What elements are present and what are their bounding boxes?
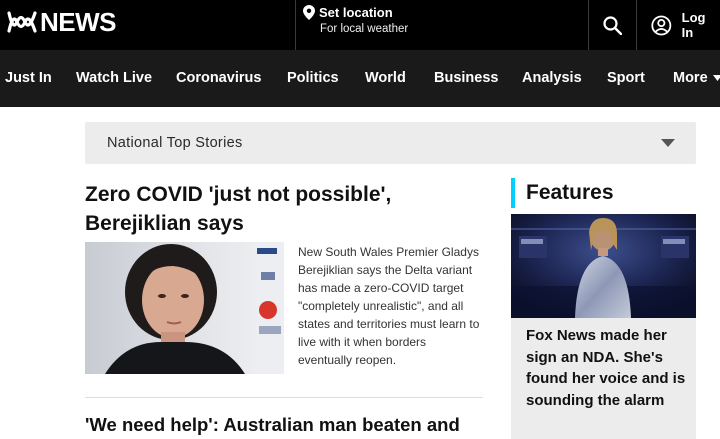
user-icon	[651, 15, 672, 35]
search-button[interactable]	[588, 0, 636, 50]
section-dropdown-value: National Top Stories	[107, 135, 243, 151]
nav-more-label: More	[673, 70, 708, 86]
set-location-button[interactable]: Set location For local weather	[303, 5, 408, 35]
abc-logo-icon	[7, 11, 37, 33]
logo-wordmark: NEWS	[40, 7, 117, 37]
features-heading: Features	[511, 178, 614, 208]
second-story-headline[interactable]: 'We need help': Australian man beaten an…	[85, 412, 485, 438]
lead-story-headline[interactable]: Zero COVID 'just not possible', Berejikl…	[85, 180, 485, 238]
nav-item-coronavirus[interactable]: Coronavirus	[176, 50, 261, 107]
login-button[interactable]: Log In	[651, 0, 720, 50]
feature-headline: Fox News made her sign an NDA. She's fou…	[526, 327, 686, 409]
caret-down-icon	[712, 75, 720, 82]
header-divider	[295, 0, 296, 50]
nav-item-world[interactable]: World	[365, 50, 406, 107]
header-divider	[636, 0, 637, 50]
abc-news-logo[interactable]: NEWS	[7, 7, 117, 37]
section-dropdown[interactable]: National Top Stories	[85, 122, 696, 164]
accent-bar	[511, 178, 515, 208]
nav-item-business[interactable]: Business	[434, 50, 498, 107]
top-header: NEWS Set location For local weather Log …	[0, 0, 720, 50]
nav-item-sport[interactable]: Sport	[607, 50, 645, 107]
chevron-down-icon	[661, 139, 675, 147]
map-pin-icon	[303, 5, 315, 20]
lead-story-summary: New South Wales Premier Gladys Berejikli…	[298, 245, 480, 367]
nav-item-politics[interactable]: Politics	[287, 50, 339, 107]
lead-story-image[interactable]	[85, 242, 284, 374]
location-title: Set location	[319, 5, 393, 20]
location-subtitle: For local weather	[320, 23, 409, 35]
features-title: Features	[526, 181, 614, 204]
nav-item-just-in[interactable]: Just In	[5, 50, 52, 107]
nav-item-more[interactable]: More	[673, 50, 720, 107]
feature-card[interactable]: Fox News made her sign an NDA. She's fou…	[511, 214, 696, 439]
story-divider	[85, 397, 483, 398]
premier-photo	[85, 242, 284, 374]
login-label: Log In	[681, 10, 706, 40]
search-icon	[602, 15, 622, 35]
nav-item-analysis[interactable]: Analysis	[522, 50, 582, 107]
main-nav: Just In Watch Live Coronavirus Politics …	[0, 50, 720, 107]
studio-photo	[511, 214, 696, 318]
feature-image	[511, 214, 696, 318]
nav-item-watch-live[interactable]: Watch Live	[76, 50, 152, 107]
